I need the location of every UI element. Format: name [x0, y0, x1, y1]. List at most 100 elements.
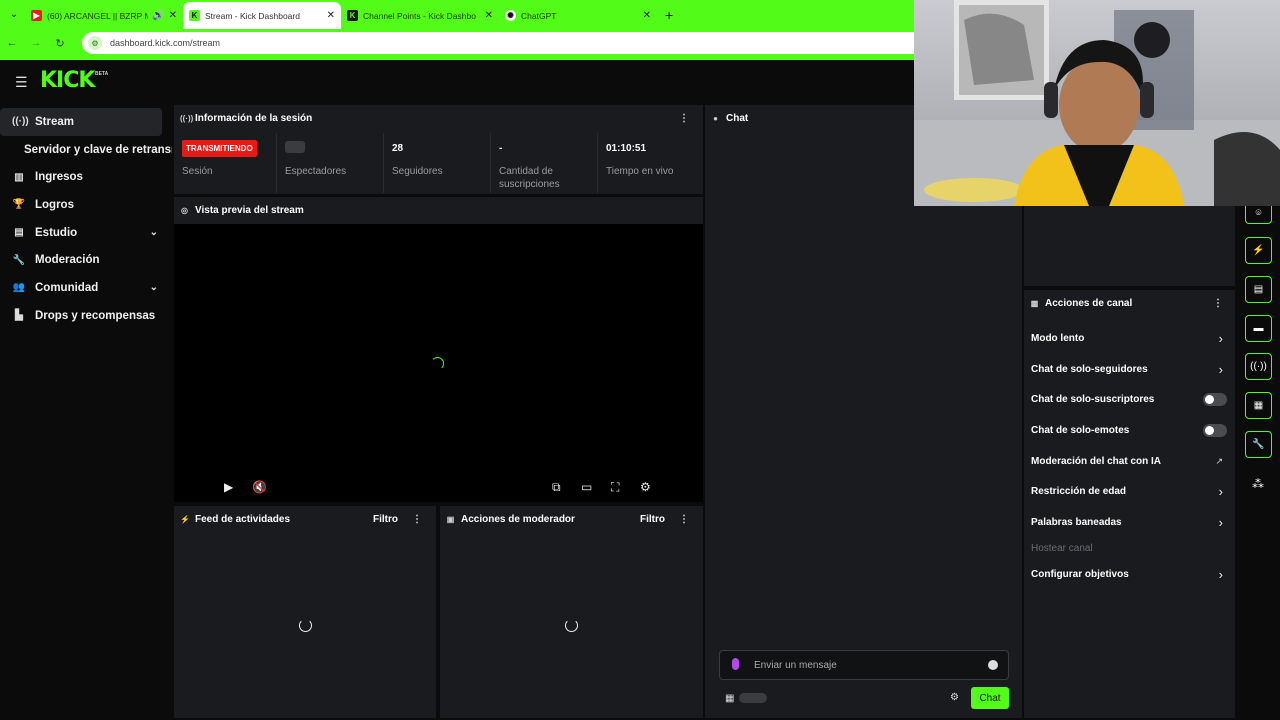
tab-search-icon[interactable]: ⌄	[3, 4, 25, 26]
sidebar-item-label: Moderación	[35, 254, 100, 267]
add-shortcut-icon[interactable]: ⁂	[1252, 477, 1264, 491]
action-label: Moderación del chat con IA	[1031, 456, 1162, 467]
chat-message-input[interactable]: Enviar un mensaje	[719, 650, 1009, 680]
address-bar: ← → ↻ ⚙ dashboard.kick.com/stream	[0, 29, 914, 57]
sidebar-item-label: Servidor y clave de retransmisión	[24, 143, 172, 156]
external-link-icon: ↗	[1215, 456, 1223, 466]
site-info-icon[interactable]: ⚙	[88, 36, 102, 50]
more-options-icon[interactable]: ⋮	[1213, 298, 1223, 309]
more-options-icon[interactable]: ⋮	[679, 514, 689, 525]
quick-action-notes[interactable]: ▤	[1245, 276, 1272, 303]
panel-title: Acciones de moderador	[461, 513, 575, 525]
new-tab-button[interactable]: +	[665, 7, 673, 23]
sidebar-item-ingresos[interactable]: ▥ Ingresos	[0, 163, 172, 191]
browser-tab-active[interactable]: K Stream - Kick Dashboard ✕	[183, 2, 341, 29]
settings-icon[interactable]: ⚙	[640, 480, 651, 494]
quick-action-tools[interactable]: 🔧	[1245, 431, 1272, 458]
back-icon[interactable]: ←	[0, 37, 24, 49]
webcam-image	[914, 0, 1280, 206]
kick-logo[interactable]: KICK	[40, 68, 95, 93]
stat-subscriptions: - Cantidad de suscripciones	[491, 133, 598, 193]
speaker-icon[interactable]: 🔊	[152, 10, 164, 21]
sidebar-item-estudio[interactable]: ▤ Estudio ⌄	[0, 219, 172, 247]
sidebar-item-drops[interactable]: ▙ Drops y recompensas	[0, 302, 172, 330]
microphone-icon[interactable]	[732, 658, 739, 670]
people-icon: 👥	[12, 282, 26, 294]
quick-action-camera[interactable]: ⌾	[1245, 204, 1272, 224]
menu-icon[interactable]: ☰	[15, 74, 28, 91]
quick-action-chat[interactable]: ▬	[1245, 315, 1272, 342]
fullscreen-icon[interactable]: ⛶	[611, 480, 619, 495]
session-stats: TRANSMITIENDO Sesión Espectadores 28 Seg…	[174, 133, 703, 193]
action-label: Palabras baneadas	[1031, 517, 1122, 528]
wrench-icon: 🔧	[1252, 439, 1265, 450]
preview-panel: ◎ Vista previa del stream	[174, 197, 703, 224]
tab-title: (60) ARCANGEL || BZRP Mu	[47, 10, 149, 21]
chat-placeholder: Enviar un mensaje	[754, 659, 837, 671]
play-icon[interactable]: ▶	[224, 480, 233, 494]
wrench-icon: 🔧	[12, 254, 26, 266]
panel-title: Chat	[726, 112, 749, 124]
action-label: Chat de solo-suscriptores	[1031, 394, 1155, 405]
tab-title: Channel Points - Kick Dashbo	[363, 10, 476, 21]
more-options-icon[interactable]: ⋮	[412, 514, 422, 525]
close-icon[interactable]: ✕	[485, 10, 493, 21]
action-label: Chat de solo-emotes	[1031, 425, 1130, 436]
filter-button[interactable]: Filtro	[373, 514, 398, 525]
tab-title: ChatGPT	[521, 10, 557, 21]
loading-spinner	[299, 619, 312, 632]
store-icon[interactable]: ▦	[725, 693, 734, 704]
browser-tab[interactable]: ✺ ChatGPT ✕	[499, 2, 657, 29]
mute-icon[interactable]: 🔇	[252, 480, 267, 494]
stat-label: Cantidad de suscripciones	[499, 166, 560, 190]
live-badge: TRANSMITIENDO	[182, 140, 257, 157]
panel-header: ◎ Vista previa del stream	[174, 197, 703, 223]
picture-in-picture-icon[interactable]: ⧉	[552, 480, 561, 495]
quick-action-broadcast[interactable]: ((·))	[1245, 353, 1272, 380]
quick-action-layout[interactable]: ▦	[1245, 392, 1272, 419]
stream-preview-player[interactable]: ▶ 🔇 ⧉ ▭ ⛶ ⚙	[174, 224, 703, 502]
close-icon[interactable]: ✕	[169, 10, 177, 21]
action-label: Modo lento	[1031, 333, 1085, 344]
points-placeholder	[739, 693, 767, 703]
chevron-right-icon: ›	[1218, 484, 1223, 499]
sidebar-item-comunidad[interactable]: 👥 Comunidad ⌄	[0, 274, 172, 302]
stat-label: Tiempo en vivo	[606, 166, 674, 177]
reload-icon[interactable]: ↻	[48, 37, 72, 50]
sidebar-item-server-key[interactable]: Servidor y clave de retransmisión	[0, 136, 172, 164]
panel-header: ▩ Acciones de canal ⋮	[1024, 290, 1235, 316]
camera-icon: ⌾	[1255, 208, 1262, 219]
close-icon[interactable]: ✕	[643, 10, 651, 21]
forward-icon[interactable]: →	[24, 37, 48, 49]
quick-action-bolt[interactable]: ⚡	[1245, 237, 1272, 264]
moderator-actions-panel: ▣ Acciones de moderador Filtro ⋮	[440, 506, 703, 718]
url-field[interactable]: ⚙ dashboard.kick.com/stream	[82, 32, 914, 54]
sidebar-item-moderacion[interactable]: 🔧 Moderación	[0, 246, 172, 274]
stat-live-time: 01:10:51 Tiempo en vivo	[598, 133, 703, 193]
sidebar-item-logros[interactable]: 🏆 Logros	[0, 191, 172, 219]
more-options-icon[interactable]: ⋮	[679, 113, 689, 124]
chevron-right-icon: ›	[1218, 567, 1223, 582]
panel-title: Feed de actividades	[195, 513, 291, 525]
chat-icon: ●	[713, 113, 718, 123]
panel-header: ⚡ Feed de actividades Filtro ⋮	[174, 506, 436, 532]
close-icon[interactable]: ✕	[327, 10, 335, 21]
stat-label: Seguidores	[392, 166, 443, 177]
send-chat-button[interactable]: Chat	[971, 687, 1009, 709]
accent-divider	[0, 57, 914, 60]
sidebar-item-stream[interactable]: ((·)) Stream	[0, 108, 162, 136]
sidebar-item-label: Estudio	[35, 226, 78, 239]
chat-settings-icon[interactable]: ⚙	[950, 692, 959, 703]
preview-icon: ◎	[181, 205, 188, 215]
panel-title: Acciones de canal	[1045, 297, 1133, 309]
loading-placeholder	[285, 141, 305, 153]
channel-icon: ▩	[1030, 298, 1039, 308]
browser-tab[interactable]: K Channel Points - Kick Dashbo ✕	[341, 2, 499, 29]
emoji-icon[interactable]	[988, 660, 998, 670]
subscribers-only-toggle[interactable]	[1203, 393, 1227, 406]
filter-button[interactable]: Filtro	[640, 514, 665, 525]
bolt-icon: ⚡	[1252, 245, 1265, 256]
emotes-only-toggle[interactable]	[1203, 424, 1227, 437]
browser-tab[interactable]: ▶ (60) ARCANGEL || BZRP Mu 🔊 ✕	[25, 2, 183, 29]
theater-mode-icon[interactable]: ▭	[581, 480, 592, 494]
